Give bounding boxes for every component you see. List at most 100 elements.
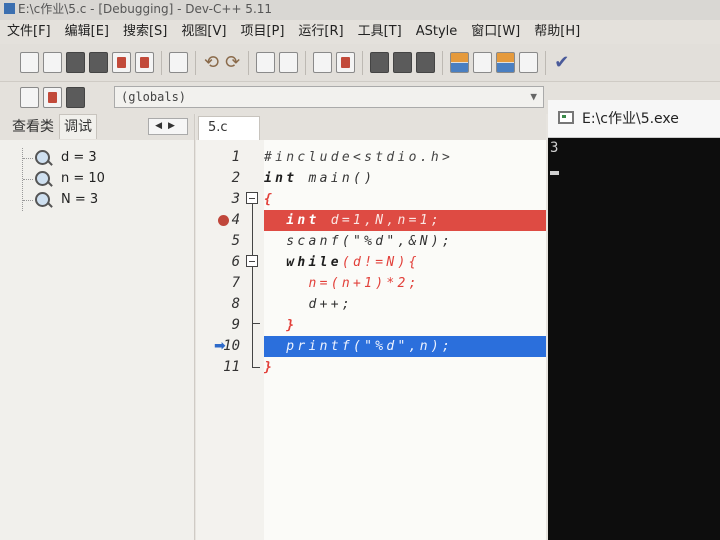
chevron-down-icon[interactable]: ▼ [530, 87, 537, 107]
execution-line[interactable]: printf("%d",n); [264, 336, 546, 357]
tab-scroll-arrows[interactable]: ◀▶ [148, 118, 188, 135]
watch-label: n = 10 [61, 171, 105, 186]
editor-tab-5c[interactable]: 5.c [198, 116, 260, 140]
menu-bar: 文件[F] 编辑[E] 搜索[S] 视图[V] 项目[P] 运行[R] 工具[T] AStyl… [0, 20, 720, 44]
watch-icon [35, 150, 50, 165]
breakpoint-icon[interactable] [218, 215, 229, 226]
code-line[interactable]: n=(n+1)*2; [264, 273, 546, 294]
new-file-icon[interactable] [20, 52, 39, 73]
watch-label: d = 3 [61, 150, 97, 165]
replace-icon[interactable] [279, 52, 299, 73]
menu-help[interactable]: 帮助[H] [527, 20, 587, 44]
line-gutter[interactable]: 1 2 3 4 5 6 7 8 9 10 11 ➡ [196, 140, 264, 540]
code-text: printf("%d",n); [264, 339, 454, 354]
insert-code-icon[interactable] [20, 87, 39, 108]
menu-tools[interactable]: 工具[T] [351, 20, 409, 44]
menu-file[interactable]: 文件[F] [0, 20, 58, 44]
code-editor[interactable]: 1 2 3 4 5 6 7 8 9 10 11 ➡ #include<stdio… [196, 140, 546, 540]
class-browser-icon[interactable] [66, 87, 85, 108]
line-number: 8 [231, 296, 240, 312]
check-syntax-icon[interactable]: ✔ [554, 52, 569, 73]
toggle-comment-icon[interactable] [43, 87, 62, 108]
breakpoint-line[interactable]: int d=1,N,n=1; [264, 210, 546, 231]
code-line[interactable]: while(d!=N){ [264, 252, 546, 273]
watch-item[interactable]: n = 10 [23, 169, 105, 190]
unindent-icon[interactable] [336, 52, 356, 73]
toolbar-separator [161, 51, 162, 75]
watch-item[interactable]: N = 3 [23, 190, 105, 211]
compile-icon[interactable] [450, 52, 470, 73]
close-all-icon[interactable] [135, 52, 154, 73]
console-window[interactable]: E:\c作业\5.exe 3 [548, 100, 720, 540]
menu-edit[interactable]: 编辑[E] [58, 20, 116, 44]
toolbar-separator [195, 51, 196, 75]
menu-search[interactable]: 搜索[S] [116, 20, 174, 44]
watch-item[interactable]: d = 3 [23, 148, 105, 169]
menu-view[interactable]: 视图[V] [174, 20, 233, 44]
rebuild-all-icon[interactable] [519, 52, 539, 73]
code-text: d=1,N,n=1; [319, 213, 443, 228]
line-number: 1 [231, 149, 240, 165]
toggle-bookmark-icon[interactable] [370, 52, 390, 73]
menu-run[interactable]: 运行[R] [291, 20, 350, 44]
indent-icon[interactable] [313, 52, 333, 73]
save-all-icon[interactable] [89, 52, 108, 73]
console-title-bar[interactable]: E:\c作业\5.exe [548, 100, 720, 138]
console-cursor [550, 171, 559, 175]
watch-label: N = 3 [61, 192, 99, 207]
undo-icon[interactable]: ⟲ [204, 52, 219, 73]
code-line[interactable]: } [264, 315, 546, 336]
dev-cpp-window: E:\c作业\5.c - [Debugging] - Dev-C++ 5.11 … [0, 0, 720, 540]
goto-bookmark-icon[interactable] [393, 52, 413, 73]
tab-class-browser[interactable]: 查看类 [0, 115, 57, 139]
goto-line-icon[interactable] [416, 52, 436, 73]
code-line[interactable]: #include<stdio.h> [264, 147, 546, 168]
watch-list: d = 3 n = 10 N = 3 [22, 148, 105, 211]
menu-project[interactable]: 项目[P] [233, 20, 291, 44]
fold-collapse-icon[interactable] [246, 255, 258, 267]
toolbar-separator [248, 51, 250, 75]
toolbar-separator [362, 51, 364, 75]
save-icon[interactable] [66, 52, 85, 73]
run-icon[interactable] [473, 52, 493, 73]
function-combo-value: (globals) [121, 90, 187, 104]
toolbar-separator [305, 51, 307, 75]
code-line[interactable]: d++; [264, 294, 546, 315]
compile-run-icon[interactable] [496, 52, 516, 73]
window-title: E:\c作业\5.c - [Debugging] - Dev-C++ 5.11 [18, 2, 273, 16]
code-line[interactable]: int main() [264, 168, 546, 189]
open-file-icon[interactable] [43, 52, 62, 73]
code-line[interactable]: scanf("%d",&N); [264, 231, 546, 252]
code-text: n=(n+1)*2; [264, 276, 420, 291]
print-icon[interactable] [169, 52, 188, 73]
watch-icon [35, 192, 50, 207]
code-text: (d!=N){ [341, 255, 420, 270]
line-number: 3 [231, 191, 240, 207]
close-file-icon[interactable] [112, 52, 131, 73]
function-combo[interactable]: (globals) ▼ [114, 86, 544, 108]
code-line[interactable]: } [264, 357, 546, 378]
code-text: { [264, 192, 276, 207]
code-keyword: while [264, 255, 342, 270]
tab-debug[interactable]: 调试 [59, 114, 97, 139]
code-keyword: int [264, 213, 320, 228]
console-output-area[interactable]: 3 [548, 138, 720, 175]
code-text: } [264, 318, 298, 333]
watch-icon [35, 171, 50, 186]
code-line[interactable]: { [264, 189, 546, 210]
line-number: 6 [231, 254, 240, 270]
line-number: 7 [231, 275, 240, 291]
fold-collapse-icon[interactable] [246, 192, 258, 204]
editor-tabs: 5.c [196, 114, 546, 140]
menu-window[interactable]: 窗口[W] [464, 20, 527, 44]
menu-astyle[interactable]: AStyle [409, 20, 465, 44]
code-text: d++; [264, 297, 354, 312]
code-text: main() [297, 171, 376, 186]
code-keyword: int [264, 171, 298, 186]
line-number: 11 [223, 359, 240, 375]
line-number: 2 [231, 170, 240, 186]
find-icon[interactable] [256, 52, 276, 73]
console-output: 3 [550, 140, 559, 156]
execution-pointer-icon: ➡ [214, 338, 226, 354]
redo-icon[interactable]: ⟳ [225, 52, 240, 73]
